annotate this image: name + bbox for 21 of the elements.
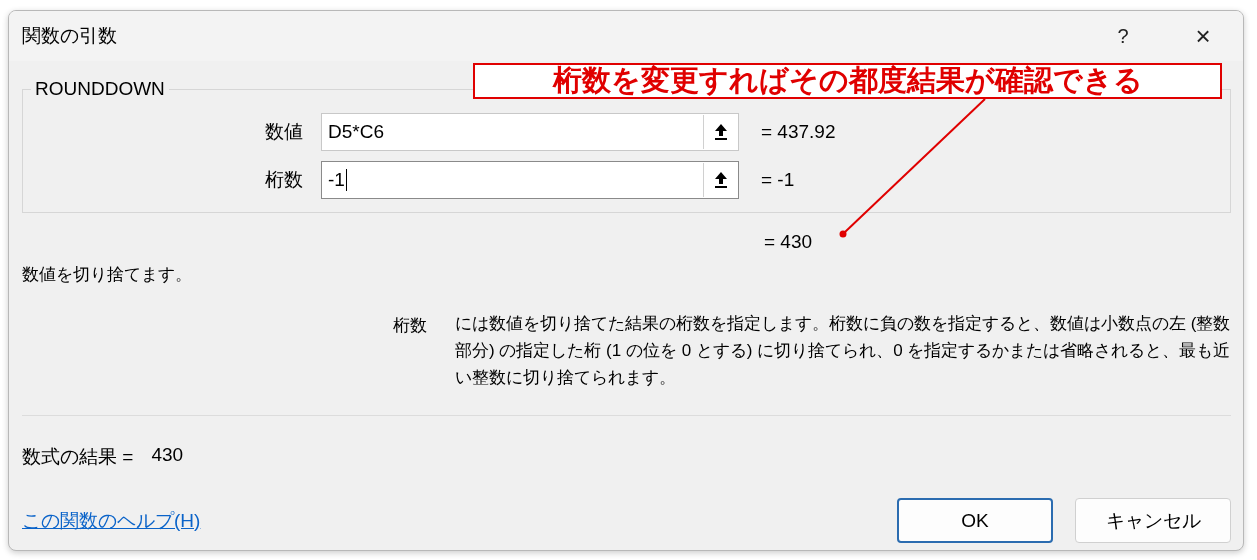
argument-field[interactable]: D5*C6: [321, 113, 739, 151]
help-button[interactable]: ?: [1083, 11, 1163, 61]
argument-field[interactable]: -1: [321, 161, 739, 199]
annotation-callout: 桁数を変更すればその都度結果が確認できる: [473, 63, 1222, 99]
window-title: 関数の引数: [22, 24, 117, 48]
formula-result-value: 430: [151, 444, 184, 467]
upload-arrow-icon: [714, 171, 728, 189]
cancel-button[interactable]: キャンセル: [1075, 498, 1231, 543]
argument-help-label: 桁数: [393, 315, 428, 337]
close-button[interactable]: ×: [1163, 11, 1243, 61]
argument-result: = -1: [761, 169, 795, 191]
argument-label: 桁数: [264, 168, 304, 192]
function-result: = 430: [764, 231, 813, 253]
argument-result: = 437.92: [761, 121, 836, 143]
formula-result-label: 数式の結果 =: [22, 445, 134, 469]
help-link[interactable]: この関数のヘルプ(H): [22, 507, 201, 534]
argument-help-text: には数値を切り捨てた結果の桁数を指定します。桁数に負の数を指定すると、数値は小数点の左 (整数部分) の指定した桁 (1 の位を 0 とする) に切り捨てられ、0 を指定するかまたは省略されると、最も近い整数に切り捨てられます。: [455, 313, 1231, 389]
upload-arrow-icon: [714, 123, 728, 141]
function-description: 数値を切り捨てます。: [22, 264, 193, 286]
argument-label: 数値: [264, 120, 304, 144]
ok-button[interactable]: OK: [897, 498, 1053, 543]
